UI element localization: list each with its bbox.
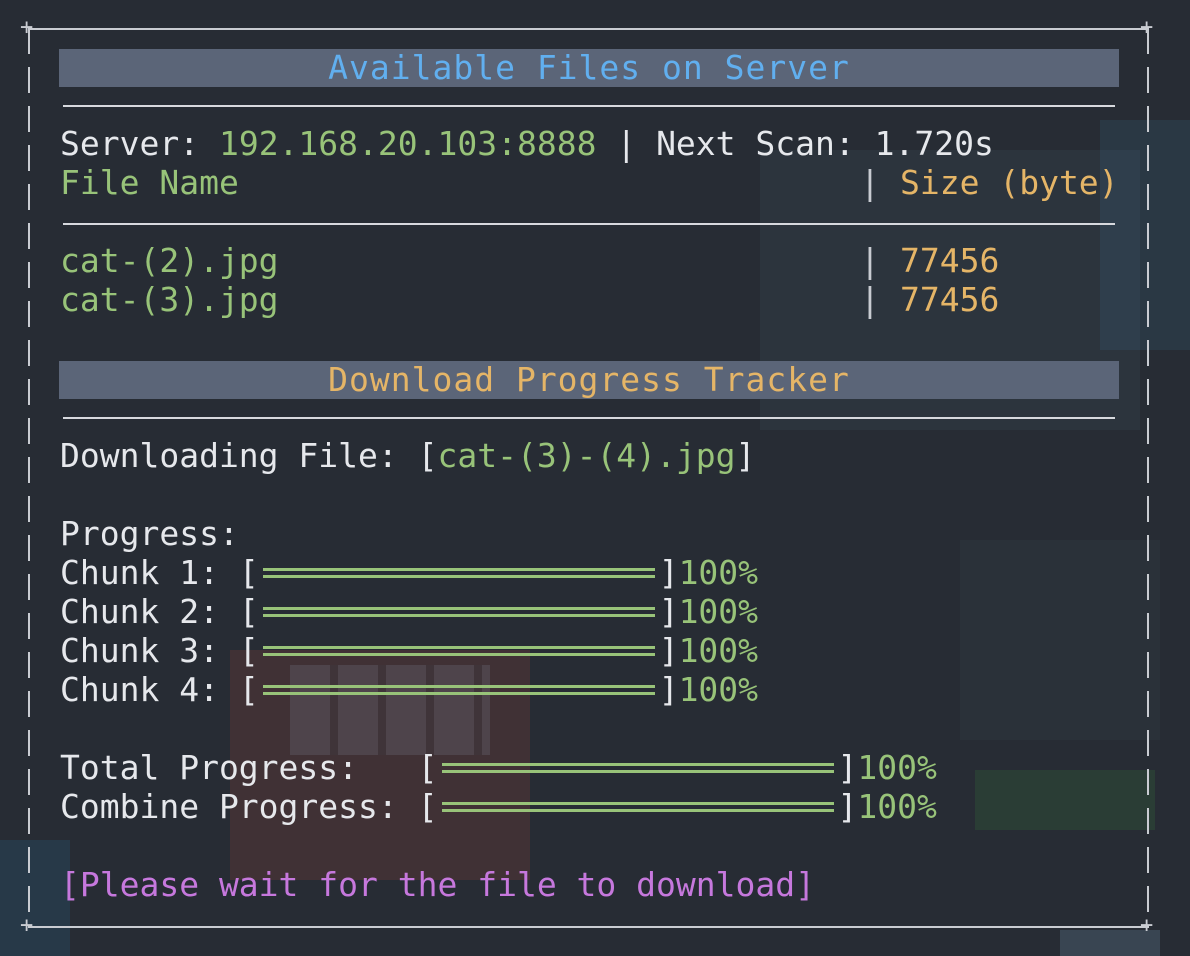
divider: [63, 417, 1115, 419]
bracket: [: [238, 592, 259, 631]
chunk-percent: 100%: [678, 553, 759, 592]
chunk-percent: 100%: [678, 592, 759, 631]
chunk-label: Chunk 2:: [60, 592, 239, 631]
bracket: ]: [658, 631, 679, 670]
chunk-label: Chunk 3:: [60, 631, 239, 670]
background-art: [960, 540, 1160, 740]
chunk-progress-line: Chunk 2: []100%: [60, 594, 758, 630]
chunk-progress-bar: [259, 594, 659, 630]
corner-plus-icon: +: [1140, 913, 1154, 938]
total-progress-fill: [441, 763, 834, 773]
progress-label: Progress:: [60, 514, 239, 553]
combine-progress-line: Combine Progress: []100%: [60, 789, 937, 825]
corner-plus-icon: +: [20, 913, 34, 938]
column-separator: |: [860, 280, 880, 319]
file-row-name[interactable]: cat-(2).jpg: [60, 243, 279, 279]
chunk-progress-fill: [262, 685, 655, 695]
server-label: Server:: [60, 124, 219, 163]
next-scan-label: Next Scan:: [656, 124, 875, 163]
frame-left-border: [28, 28, 30, 928]
chunk-progress-fill: [262, 607, 655, 617]
col-header-size: Size (byte): [900, 163, 1119, 202]
file-row-size: 77456: [900, 241, 1000, 280]
downloading-label: Downloading File:: [60, 436, 418, 475]
chunk-progress-bar: [259, 555, 659, 591]
files-panel-title: Available Files on Server: [59, 49, 1119, 87]
chunk-progress-fill: [262, 646, 655, 656]
chunk-progress-line: Chunk 1: []100%: [60, 555, 758, 591]
chunk-progress-line: Chunk 3: []100%: [60, 633, 758, 669]
divider: [63, 105, 1115, 107]
downloading-file-name: cat-(3)-(4).jpg: [437, 436, 736, 475]
total-progress-line: Total Progress: []100%: [60, 750, 937, 786]
chunk-percent: 100%: [678, 631, 759, 670]
downloading-file-line: Downloading File: [cat-(3)-(4).jpg]: [60, 438, 755, 474]
status-message: [Please wait for the file to download]: [60, 865, 815, 904]
chunk-progress-bar: [259, 672, 659, 708]
corner-plus-icon: +: [1140, 15, 1154, 40]
bracket: ]: [658, 553, 679, 592]
chunk-percent: 100%: [678, 670, 759, 709]
column-separator: |: [860, 163, 880, 202]
bracket: [: [417, 436, 438, 475]
download-panel-title: Download Progress Tracker: [59, 361, 1119, 399]
total-progress-label: Total Progress:: [60, 748, 418, 787]
col-header-file-name: File Name: [60, 163, 239, 202]
divider: [63, 223, 1115, 225]
chunk-progress-bar: [259, 633, 659, 669]
bracket: ]: [658, 670, 679, 709]
frame-top-border: [28, 28, 1148, 30]
chunk-progress-fill: [262, 568, 655, 578]
combine-progress-label: Combine Progress:: [60, 787, 418, 826]
bracket: ]: [837, 787, 858, 826]
combine-progress-percent: 100%: [857, 787, 937, 826]
chunk-progress-line: Chunk 4: []100%: [60, 672, 758, 708]
server-address: 192.168.20.103:8888: [218, 124, 597, 163]
separator: |: [596, 124, 657, 163]
bracket: [: [417, 748, 438, 787]
bracket: ]: [735, 436, 756, 475]
total-progress-percent: 100%: [857, 748, 937, 787]
bracket: ]: [658, 592, 679, 631]
file-row-name[interactable]: cat-(3).jpg: [60, 282, 279, 318]
frame-right-border: [1147, 28, 1149, 928]
file-row-size: 77456: [900, 280, 1000, 319]
server-info-line: Server: 192.168.20.103:8888 | Next Scan:…: [60, 126, 994, 162]
combine-progress-bar: [438, 789, 838, 825]
corner-plus-icon: +: [20, 15, 34, 40]
background-art: [1100, 120, 1190, 350]
bracket: [: [238, 553, 259, 592]
frame-bottom-border: [28, 926, 1148, 928]
bracket: ]: [837, 748, 858, 787]
bracket: [: [417, 787, 438, 826]
chunk-label: Chunk 1:: [60, 553, 239, 592]
next-scan-value: 1.720s: [874, 124, 994, 163]
background-art: [975, 770, 1155, 830]
column-separator: |: [860, 241, 880, 280]
combine-progress-fill: [441, 802, 834, 812]
chunk-label: Chunk 4:: [60, 670, 239, 709]
bracket: [: [238, 631, 259, 670]
bracket: [: [238, 670, 259, 709]
total-progress-bar: [438, 750, 838, 786]
